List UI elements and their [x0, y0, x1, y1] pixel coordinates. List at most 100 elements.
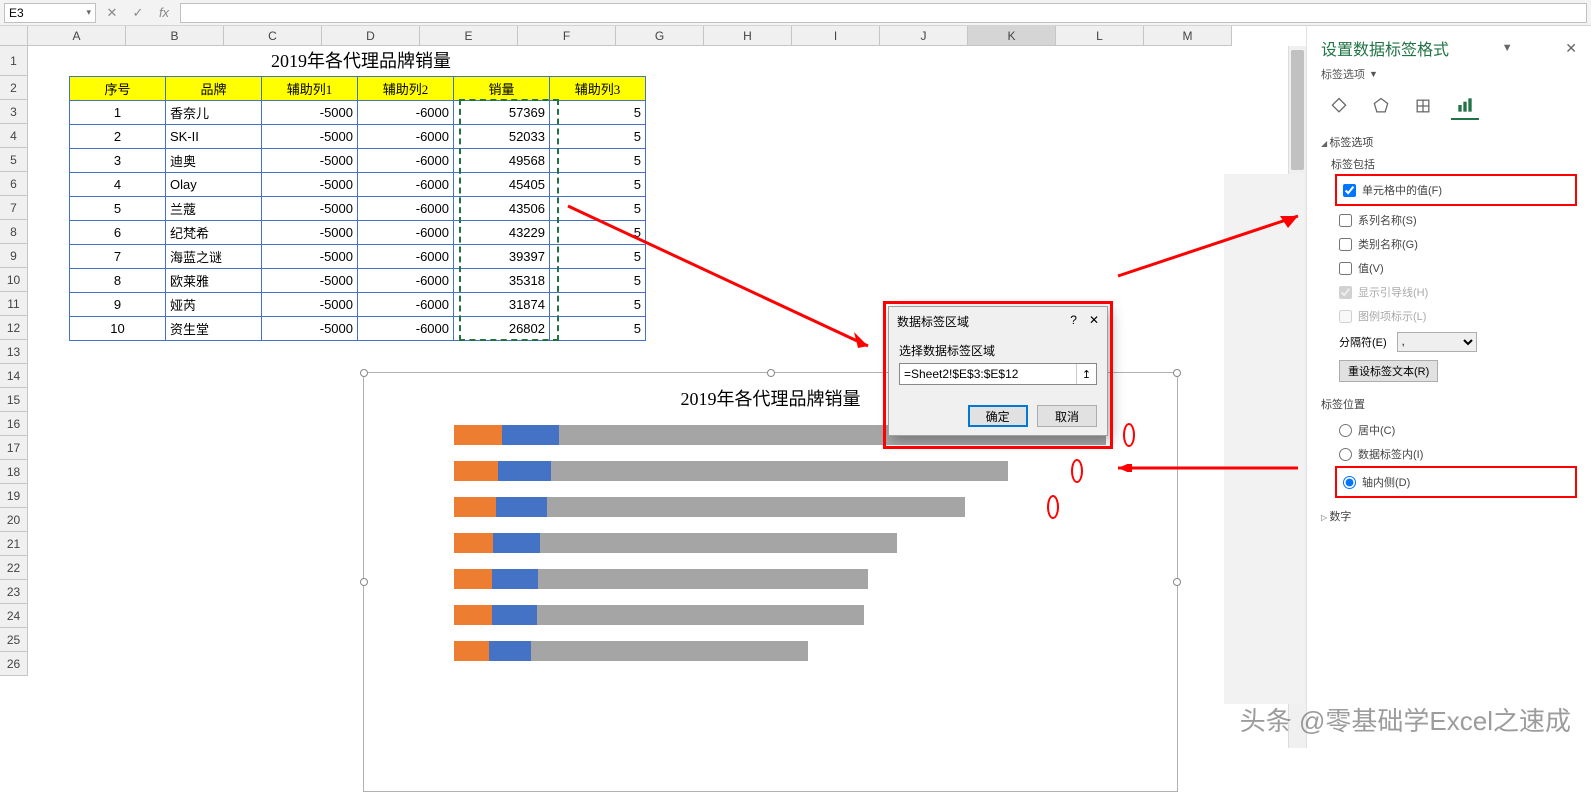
worksheet-area[interactable]: ABCDEFGHIJKLM 12345678910111213141516171… [0, 26, 1306, 748]
table-row[interactable]: 10资生堂 -5000-6000 268025 [70, 317, 646, 341]
column-header[interactable]: I [792, 26, 880, 46]
table-header[interactable]: 辅助列3 [550, 77, 646, 101]
table-header[interactable]: 品牌 [166, 77, 262, 101]
bar[interactable] [454, 533, 1004, 553]
row-header[interactable]: 21 [0, 532, 28, 556]
table-row[interactable]: 6纪梵希 -5000-6000 432295 [70, 221, 646, 245]
column-header[interactable]: D [322, 26, 420, 46]
row-header[interactable]: 20 [0, 508, 28, 532]
row-header[interactable]: 11 [0, 292, 28, 316]
enter-icon[interactable]: ✓ [128, 3, 148, 23]
row-header[interactable]: 18 [0, 460, 28, 484]
column-header[interactable]: B [126, 26, 224, 46]
column-header[interactable]: F [518, 26, 616, 46]
select-all-corner[interactable] [0, 26, 28, 46]
table-row[interactable]: 9娅芮 -5000-6000 318745 [70, 293, 646, 317]
row-header[interactable]: 10 [0, 268, 28, 292]
table-row[interactable]: 1香奈儿 -5000-6000 573695 [70, 101, 646, 125]
row-header[interactable]: 7 [0, 196, 28, 220]
data-table[interactable]: 序号品牌辅助列1辅助列2销量辅助列3 1香奈儿 -5000-6000 57369… [69, 76, 646, 341]
label-options-section[interactable]: 标签选项 [1321, 134, 1577, 150]
series-name-checkbox[interactable] [1339, 214, 1352, 227]
row-header[interactable]: 22 [0, 556, 28, 580]
table-header[interactable]: 序号 [70, 77, 166, 101]
name-box[interactable]: E3 [4, 3, 96, 23]
close-panel-icon[interactable]: ✕ [1565, 40, 1577, 57]
annotation-oval [1123, 423, 1135, 447]
row-header[interactable]: 15 [0, 388, 28, 412]
separator-select[interactable]: , [1397, 332, 1477, 352]
bar[interactable] [454, 569, 986, 589]
position-inside-base-radio[interactable] [1343, 476, 1356, 489]
column-headers[interactable]: ABCDEFGHIJKLM [28, 26, 1232, 46]
row-header[interactable]: 4 [0, 124, 28, 148]
row-header[interactable]: 2 [0, 76, 28, 100]
cancel-button[interactable]: 取消 [1037, 405, 1097, 427]
row-header[interactable]: 6 [0, 172, 28, 196]
effects-tab-icon[interactable] [1367, 92, 1395, 120]
position-center-radio[interactable] [1339, 424, 1352, 437]
table-header[interactable]: 辅助列2 [358, 77, 454, 101]
bar[interactable] [454, 605, 983, 625]
column-header[interactable]: H [704, 26, 792, 46]
fill-tab-icon[interactable] [1325, 92, 1353, 120]
label-options-tab-icon[interactable] [1451, 92, 1479, 120]
position-inside-end-radio[interactable] [1339, 448, 1352, 461]
close-icon[interactable]: ✕ [1089, 313, 1099, 330]
range-picker-icon[interactable]: ↥ [1076, 364, 1096, 384]
row-header[interactable]: 3 [0, 100, 28, 124]
table-row[interactable]: 4Olay -5000-6000 454055 [70, 173, 646, 197]
row-header[interactable]: 9 [0, 244, 28, 268]
row-header[interactable]: 26 [0, 652, 28, 676]
row-header[interactable]: 1 [0, 46, 28, 76]
table-row[interactable]: 8欧莱雅 -5000-6000 353185 [70, 269, 646, 293]
column-header[interactable]: L [1056, 26, 1144, 46]
range-input[interactable] [900, 364, 1076, 384]
row-header[interactable]: 25 [0, 628, 28, 652]
table-row[interactable]: 5兰蔻 -5000-6000 435065 [70, 197, 646, 221]
bar[interactable] [454, 641, 946, 661]
chevron-down-icon[interactable]: ▼ [1502, 42, 1513, 54]
category-name-checkbox[interactable] [1339, 238, 1352, 251]
column-header[interactable]: E [420, 26, 518, 46]
column-header[interactable]: G [616, 26, 704, 46]
table-header[interactable]: 辅助列1 [262, 77, 358, 101]
row-header[interactable]: 24 [0, 604, 28, 628]
bar[interactable] [454, 461, 1069, 481]
size-tab-icon[interactable] [1409, 92, 1437, 120]
value-checkbox[interactable] [1339, 262, 1352, 275]
row-header[interactable]: 16 [0, 412, 28, 436]
chart-bars[interactable] [364, 419, 1177, 661]
row-headers[interactable]: 1234567891011121314151617181920212223242… [0, 46, 28, 676]
table-row[interactable]: 3迪奥 -5000-6000 495685 [70, 149, 646, 173]
table-header[interactable]: 销量 [454, 77, 550, 101]
column-header[interactable]: A [28, 26, 126, 46]
panel-subtitle[interactable]: 标签选项 [1321, 66, 1365, 82]
help-icon[interactable]: ? [1070, 313, 1077, 330]
row-header[interactable]: 17 [0, 436, 28, 460]
value-from-cells-checkbox[interactable] [1343, 184, 1356, 197]
table-row[interactable]: 2SK-II -5000-6000 520335 [70, 125, 646, 149]
table-row[interactable]: 7海蓝之谜 -5000-6000 393975 [70, 245, 646, 269]
reset-label-button[interactable]: 重设标签文本(R) [1339, 360, 1438, 382]
ok-button[interactable]: 确定 [968, 405, 1028, 427]
row-header[interactable]: 23 [0, 580, 28, 604]
formula-input[interactable] [180, 3, 1587, 23]
row-header[interactable]: 12 [0, 316, 28, 340]
column-header[interactable]: M [1144, 26, 1232, 46]
column-header[interactable]: K [968, 26, 1056, 46]
column-header[interactable]: C [224, 26, 322, 46]
row-header[interactable]: 5 [0, 148, 28, 172]
column-header[interactable]: J [880, 26, 968, 46]
watermark: 头条 @零基础学Excel之速成 [1240, 701, 1571, 738]
row-header[interactable]: 13 [0, 340, 28, 364]
row-header[interactable]: 19 [0, 484, 28, 508]
legend-key-checkbox [1339, 310, 1352, 323]
fx-icon[interactable]: fx [154, 3, 174, 23]
cancel-icon[interactable]: ✕ [102, 3, 122, 23]
bar[interactable] [454, 497, 1045, 517]
table-title: 2019年各代理品牌销量 [69, 46, 653, 76]
numbers-section[interactable]: 数字 [1321, 508, 1577, 524]
row-header[interactable]: 8 [0, 220, 28, 244]
row-header[interactable]: 14 [0, 364, 28, 388]
